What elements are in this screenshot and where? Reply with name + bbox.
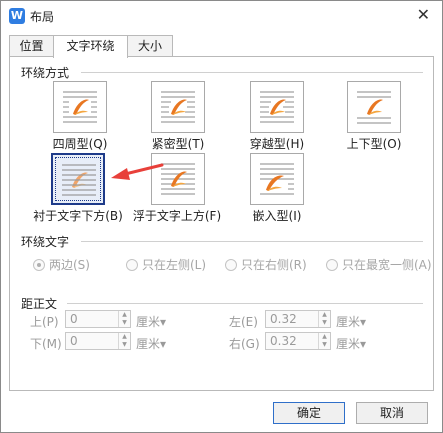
wrap-option-tight[interactable]: 紧密型(T) — [136, 81, 226, 153]
radio-left-only[interactable]: 只在左侧(L) — [126, 256, 206, 274]
spin-arrows[interactable]: ▲ ▼ — [318, 311, 330, 327]
behind-text-icon — [51, 153, 105, 205]
wrap-option-label: 浮于文字上方(F) — [132, 209, 222, 223]
wrap-option-top-bottom[interactable]: 上下型(O) — [332, 81, 422, 153]
annotation-arrow-icon — [111, 163, 164, 180]
tab-position[interactable]: 位置 — [9, 35, 54, 57]
radio-label: 只在左侧(L) — [142, 258, 207, 272]
ok-button[interactable]: 确定 — [273, 402, 345, 424]
spin-down-icon[interactable]: ▼ — [119, 319, 130, 327]
layout-dialog: W 布局 ✕ 位置 文字环绕 大小 环绕方式 四周型(Q) 紧密型(T) 穿越型… — [0, 0, 443, 433]
section-divider — [81, 241, 423, 242]
radio-dot — [33, 259, 45, 271]
through-wrap-icon — [250, 81, 304, 133]
radio-both-sides[interactable]: 两边(S) — [33, 256, 90, 274]
right-distance-label: 右(G) — [229, 337, 260, 351]
spin-value: 0 — [70, 334, 78, 348]
top-distance-input[interactable]: 0 ▲ ▼ — [65, 310, 131, 328]
wrap-option-inline[interactable]: 嵌入型(I) — [235, 153, 325, 225]
radio-right-only[interactable]: 只在右侧(R) — [225, 256, 307, 274]
radio-dot — [126, 259, 138, 271]
tab-text-wrapping[interactable]: 文字环绕 — [53, 35, 128, 58]
spin-up-icon[interactable]: ▲ — [119, 311, 130, 319]
wrap-option-label: 上下型(O) — [346, 137, 402, 151]
radio-dot — [326, 259, 338, 271]
left-distance-input[interactable]: 0.32 ▲ ▼ — [265, 310, 331, 328]
wrap-style-heading: 环绕方式 — [21, 64, 74, 81]
bottom-distance-label: 下(M) — [30, 337, 62, 351]
spin-arrows[interactable]: ▲ ▼ — [118, 333, 130, 349]
wrap-option-square[interactable]: 四周型(Q) — [38, 81, 128, 153]
tab-size[interactable]: 大小 — [127, 35, 173, 57]
wrap-option-label: 紧密型(T) — [151, 137, 205, 151]
spin-up-icon[interactable]: ▲ — [319, 311, 330, 319]
wrap-option-label: 嵌入型(I) — [252, 209, 302, 223]
spin-value: 0.32 — [270, 334, 297, 348]
title-bar: W 布局 ✕ — [1, 1, 442, 31]
spin-up-icon[interactable]: ▲ — [119, 333, 130, 341]
spin-down-icon[interactable]: ▼ — [119, 341, 130, 349]
wrap-option-label: 穿越型(H) — [249, 137, 305, 151]
square-wrap-icon — [53, 81, 107, 133]
wrap-option-through[interactable]: 穿越型(H) — [235, 81, 325, 153]
radio-label: 只在最宽一侧(A) — [342, 258, 432, 272]
top-distance-label: 上(P) — [30, 315, 59, 329]
radio-label: 只在右侧(R) — [241, 258, 307, 272]
spin-down-icon[interactable]: ▼ — [319, 341, 330, 349]
left-distance-unit[interactable]: 厘米▾ — [336, 313, 366, 330]
bottom-distance-unit[interactable]: 厘米▾ — [136, 335, 166, 352]
wrap-option-label: 四周型(Q) — [52, 137, 108, 151]
spin-down-icon[interactable]: ▼ — [319, 319, 330, 327]
radio-largest-side[interactable]: 只在最宽一侧(A) — [326, 256, 432, 274]
left-distance-label: 左(E) — [229, 315, 258, 329]
spin-arrows[interactable]: ▲ ▼ — [318, 333, 330, 349]
cancel-button[interactable]: 取消 — [356, 402, 428, 424]
wrap-option-label: 衬于文字下方(B) — [33, 209, 123, 223]
section-divider — [81, 72, 423, 73]
top-distance-unit[interactable]: 厘米▾ — [136, 313, 166, 330]
tight-wrap-icon — [151, 81, 205, 133]
bottom-distance-input[interactable]: 0 ▲ ▼ — [65, 332, 131, 350]
spin-up-icon[interactable]: ▲ — [319, 333, 330, 341]
radio-label: 两边(S) — [49, 258, 90, 272]
section-divider — [67, 303, 423, 304]
dialog-title: 布局 — [30, 10, 55, 24]
app-icon: W — [9, 8, 25, 24]
right-distance-unit[interactable]: 厘米▾ — [336, 335, 366, 352]
right-distance-input[interactable]: 0.32 ▲ ▼ — [265, 332, 331, 350]
spin-arrows[interactable]: ▲ ▼ — [118, 311, 130, 327]
top-bottom-wrap-icon — [347, 81, 401, 133]
spin-value: 0 — [70, 312, 78, 326]
inline-icon — [250, 153, 304, 205]
wrap-text-heading: 环绕文字 — [21, 233, 74, 250]
distance-heading: 距正文 — [21, 295, 62, 312]
radio-dot — [225, 259, 237, 271]
close-icon[interactable]: ✕ — [417, 6, 430, 24]
spin-value: 0.32 — [270, 312, 297, 326]
